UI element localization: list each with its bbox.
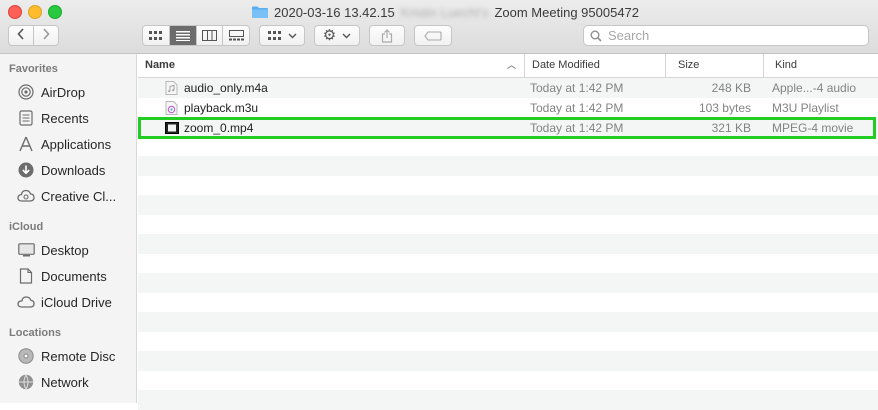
sidebar-item-desktop[interactable]: Desktop (17, 240, 135, 260)
chevron-down-icon (342, 33, 351, 38)
icon-view-button[interactable] (143, 26, 170, 45)
sidebar-item-label: AirDrop (41, 84, 86, 100)
search-input[interactable] (608, 28, 848, 43)
group-by-button[interactable] (259, 25, 305, 46)
action-menu-button[interactable]: ⚙ (314, 25, 360, 46)
column-header-name[interactable]: Name ︿ (145, 54, 520, 77)
downloads-icon (17, 161, 35, 179)
share-icon (381, 28, 393, 43)
file-row-playback[interactable]: playback.m3u Today at 1:42 PM 103 bytes … (138, 98, 878, 118)
desktop-icon (17, 241, 35, 259)
navigation-buttons (8, 25, 59, 46)
file-kind: Apple...-4 audio (772, 81, 857, 95)
disc-icon (17, 347, 35, 365)
finder-window: 2020-03-16 13.42.15 Kristin Luecht's Zoo… (0, 0, 878, 410)
forward-button[interactable] (34, 26, 58, 45)
icloud-icon (17, 293, 35, 311)
file-size: 103 bytes (698, 100, 751, 115)
sidebar-item-label: iCloud Drive (41, 294, 112, 310)
file-row-audio-only[interactable]: audio_only.m4a Today at 1:42 PM 248 KB A… (138, 78, 878, 98)
sidebar-item-label: Network (41, 374, 89, 390)
title-prefix: 2020-03-16 13.42.15 (274, 4, 395, 20)
sort-ascending-icon: ︿ (506, 60, 516, 70)
gallery-view-button[interactable] (223, 26, 249, 45)
icon-grid-icon (148, 30, 162, 40)
sidebar-item-label: Desktop (41, 242, 89, 258)
file-kind: M3U Playlist (772, 100, 839, 115)
column-header-kind[interactable]: Kind (763, 54, 878, 77)
sidebar-section-locations: Locations (9, 327, 61, 339)
title-suffix: Zoom Meeting 95005472 (494, 4, 640, 20)
tag-button[interactable] (414, 25, 452, 46)
folder-icon (252, 6, 268, 18)
file-date: Today at 1:42 PM (530, 100, 624, 115)
file-name: playback.m3u (184, 100, 259, 115)
sidebar-item-remote-disc[interactable]: Remote Disc (17, 346, 135, 366)
list-view-button[interactable] (169, 26, 197, 45)
sidebar-item-label: Remote Disc (41, 348, 116, 364)
sidebar-item-label: Recents (41, 110, 89, 126)
creative-cloud-icon (17, 187, 35, 205)
playlist-file-icon (165, 100, 178, 115)
toolbar: 2020-03-16 13.42.15 Kristin Luecht's Zoo… (0, 0, 878, 54)
applications-icon (17, 135, 35, 153)
search-field[interactable] (583, 25, 869, 46)
title-redacted: Kristin Luecht's (400, 4, 489, 20)
group-grid-icon (267, 30, 281, 40)
sidebar-item-downloads[interactable]: Downloads (17, 160, 135, 180)
documents-icon (17, 267, 35, 285)
recents-icon (17, 109, 35, 127)
sidebar: Favorites AirDrop Recents Applications D… (0, 54, 137, 403)
column-header-date-modified[interactable]: Date Modified (524, 54, 664, 77)
sidebar-item-recents[interactable]: Recents (17, 108, 135, 128)
highlight-box (138, 117, 876, 139)
sidebar-item-documents[interactable]: Documents (17, 266, 135, 286)
chevron-left-icon (17, 28, 24, 40)
column-header-size[interactable]: Size (665, 54, 762, 77)
file-name: audio_only.m4a (184, 81, 268, 95)
file-list: Name ︿ Date Modified Size Kind audio_onl… (138, 54, 878, 410)
columns-icon (201, 30, 217, 41)
sidebar-item-applications[interactable]: Applications (17, 134, 135, 154)
column-header-row: Name ︿ Date Modified Size Kind (138, 54, 878, 78)
window-title: 2020-03-16 13.42.15 Kristin Luecht's Zoo… (252, 3, 639, 21)
tag-icon (424, 30, 442, 41)
sidebar-section-icloud: iCloud (9, 221, 44, 233)
sidebar-item-airdrop[interactable]: AirDrop (17, 82, 135, 102)
file-size: 248 KB (711, 81, 751, 95)
view-mode-control (142, 25, 250, 46)
chevron-down-icon (288, 33, 296, 38)
minimize-window-button[interactable] (28, 5, 42, 19)
gear-icon: ⚙ (322, 27, 337, 44)
close-window-button[interactable] (8, 5, 22, 19)
chevron-right-icon (43, 28, 50, 40)
sidebar-item-label: Creative Cl... (41, 188, 117, 204)
gallery-icon (228, 30, 244, 41)
search-icon (590, 30, 602, 42)
list-lines-icon (175, 30, 190, 41)
airdrop-icon (17, 83, 35, 101)
sidebar-item-icloud-drive[interactable]: iCloud Drive (17, 292, 135, 312)
audio-file-icon (165, 81, 178, 95)
sidebar-section-favorites: Favorites (9, 63, 58, 75)
sidebar-item-network[interactable]: Network (17, 372, 135, 392)
sidebar-item-creative-cloud[interactable]: Creative Cl... (17, 186, 135, 206)
file-date: Today at 1:42 PM (530, 81, 624, 95)
sidebar-item-label: Applications (41, 136, 112, 152)
zoom-window-button[interactable] (48, 5, 62, 19)
sidebar-item-label: Downloads (41, 162, 106, 178)
file-rows: audio_only.m4a Today at 1:42 PM 248 KB A… (138, 78, 878, 410)
share-button[interactable] (369, 25, 405, 46)
column-view-button[interactable] (197, 26, 224, 45)
network-icon (17, 373, 35, 391)
back-button[interactable] (9, 26, 33, 45)
sidebar-item-label: Documents (41, 268, 107, 284)
